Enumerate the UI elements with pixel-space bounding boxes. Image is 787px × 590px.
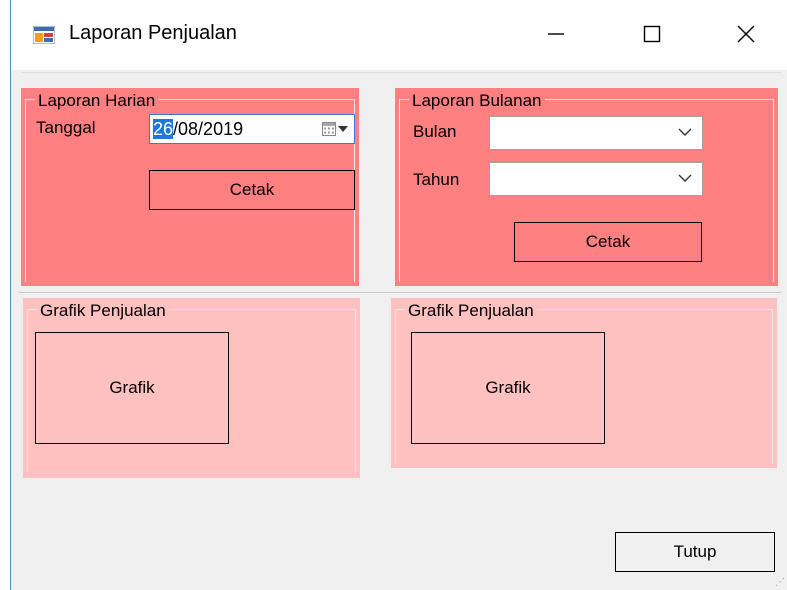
laporan-bulanan-legend: Laporan Bulanan — [409, 91, 545, 111]
chevron-down-icon — [678, 174, 692, 182]
minimize-icon[interactable] — [533, 14, 579, 54]
chevron-down-icon — [678, 128, 692, 136]
form-window-icon — [32, 25, 56, 45]
tahun-combobox[interactable] — [489, 162, 703, 196]
date-day-selected: 26 — [153, 119, 174, 139]
calendar-dropdown-button[interactable] — [322, 122, 348, 136]
middle-divider — [19, 292, 781, 293]
grafik-chart-area-right: Grafik — [411, 332, 605, 444]
top-divider — [21, 72, 781, 73]
laporan-harian-legend: Laporan Harian — [35, 91, 159, 111]
cetak-bulanan-button[interactable]: Cetak — [514, 222, 702, 262]
close-icon[interactable] — [723, 14, 769, 54]
tahun-label: Tahun — [413, 170, 460, 189]
maximize-icon[interactable] — [629, 14, 675, 54]
bulan-label: Bulan — [413, 122, 457, 141]
resize-grip-icon[interactable]: ⋰ — [775, 577, 785, 588]
tanggal-datepicker[interactable]: 26/08/2019 — [149, 114, 355, 144]
dropdown-arrow-icon — [338, 126, 348, 132]
title-bar[interactable]: Laporan Penjualan — [11, 0, 787, 70]
date-month-year: /08/2019 — [173, 119, 244, 139]
window-title: Laporan Penjualan — [69, 22, 237, 44]
cetak-harian-button[interactable]: Cetak — [149, 170, 355, 210]
bulan-combobox[interactable] — [489, 116, 703, 150]
date-value: 26/08/2019 — [153, 119, 243, 140]
tanggal-label: Tanggal — [36, 118, 96, 137]
grafik-chart-area-left: Grafik — [35, 332, 229, 444]
grafik-penjualan-legend: Grafik Penjualan — [405, 301, 537, 321]
grafik-penjualan-legend: Grafik Penjualan — [37, 301, 169, 321]
form-window: Laporan Penjualan Laporan Harian Tanggal… — [10, 0, 787, 590]
calendar-icon — [322, 122, 336, 136]
tutup-button[interactable]: Tutup — [615, 532, 775, 572]
